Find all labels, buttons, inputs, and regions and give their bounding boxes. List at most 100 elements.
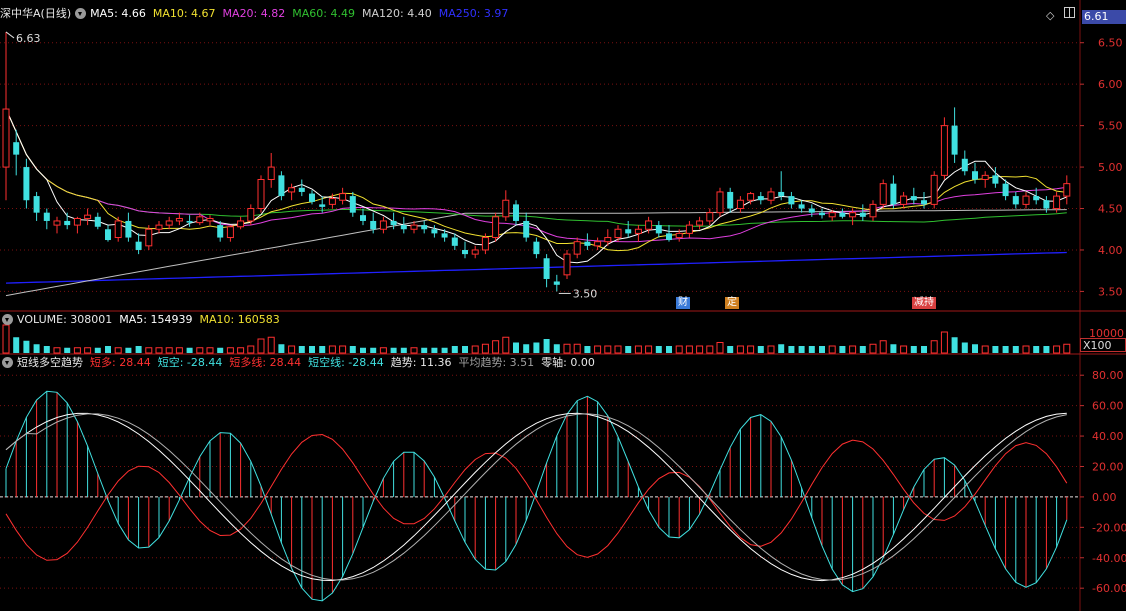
volume-bar bbox=[573, 343, 581, 354]
ma250-value: MA250: 3.97 bbox=[438, 6, 509, 20]
candle-body bbox=[410, 224, 418, 230]
candle-body bbox=[992, 175, 999, 184]
volume-bar bbox=[298, 346, 305, 353]
volume-bar bbox=[930, 340, 938, 354]
volume-bar bbox=[349, 346, 356, 353]
candle-body bbox=[492, 216, 500, 239]
candle-body bbox=[155, 224, 163, 230]
volume-bar bbox=[981, 345, 989, 354]
candle-body bbox=[666, 233, 672, 241]
candle-body bbox=[879, 183, 887, 205]
volume-bar bbox=[788, 346, 795, 353]
volume-bar bbox=[594, 345, 602, 354]
dropdown-icon[interactable] bbox=[2, 313, 13, 325]
candle-body bbox=[573, 241, 581, 255]
indicator-tick-label: 80.00 bbox=[1092, 369, 1124, 382]
zero-axis-value: 零轴: 0.00 bbox=[541, 356, 595, 369]
indicator-tick-label: -40.00 bbox=[1092, 552, 1126, 565]
event-tag-finance[interactable]: 财 bbox=[676, 297, 690, 309]
candle-body bbox=[961, 158, 968, 172]
candle-body bbox=[869, 203, 877, 218]
volume-bar bbox=[890, 344, 897, 353]
panel-toggle-icon[interactable] bbox=[1064, 7, 1075, 21]
candle-body bbox=[634, 228, 642, 234]
candle-body bbox=[757, 196, 764, 201]
volume-bar bbox=[696, 345, 704, 354]
ma10-value: MA10: 4.67 bbox=[152, 6, 216, 20]
event-tag-reduce[interactable]: 减持 bbox=[912, 297, 936, 309]
volume-bar bbox=[33, 344, 40, 353]
indicator-tick-label: -20.00 bbox=[1092, 521, 1126, 534]
candle-body bbox=[370, 220, 377, 230]
candle-body bbox=[421, 225, 428, 230]
candle-body bbox=[951, 125, 958, 155]
candle-body bbox=[175, 217, 183, 222]
volume-value: VOLUME: 308001 bbox=[17, 312, 113, 326]
dropdown-icon[interactable] bbox=[75, 7, 87, 19]
event-tag-fixed[interactable]: 定 bbox=[725, 297, 739, 309]
price-tick-label: 5.50 bbox=[1098, 120, 1123, 133]
short-long-line-value: 短多线: 28.44 bbox=[229, 356, 302, 369]
candle-body bbox=[206, 217, 214, 222]
indicator-panel-header: 短线多空趋势 短多: 28.44 短空: -28.44 短多线: 28.44 短… bbox=[0, 353, 602, 371]
candle-body bbox=[533, 241, 540, 255]
kline-chart: 6.506.005.505.004.504.003.506.633.501000… bbox=[0, 0, 1126, 611]
diamond-icon[interactable]: ◇ bbox=[1046, 9, 1054, 22]
candle-body bbox=[553, 281, 560, 285]
candle-body bbox=[309, 193, 315, 202]
candle-body bbox=[441, 233, 448, 238]
candle-body bbox=[513, 204, 519, 221]
volume-bar bbox=[736, 345, 744, 354]
candle-body bbox=[165, 220, 173, 226]
candle-body bbox=[727, 191, 734, 209]
candle-body bbox=[563, 253, 571, 276]
volume-bar bbox=[747, 345, 755, 354]
candle-body bbox=[13, 142, 20, 155]
volume-bar bbox=[900, 345, 908, 354]
stock-title[interactable]: 深中华A(日线) bbox=[0, 5, 71, 21]
candle-body bbox=[64, 220, 71, 226]
candle-body bbox=[125, 220, 132, 238]
short-short-line-value: 短空线: -28.44 bbox=[308, 356, 384, 369]
candle-body bbox=[94, 216, 101, 227]
candle-body bbox=[523, 220, 530, 238]
dropdown-icon[interactable] bbox=[2, 356, 13, 368]
volume-bar bbox=[553, 344, 560, 353]
candle-body bbox=[451, 237, 458, 246]
candle-body bbox=[462, 249, 468, 255]
volume-bar bbox=[685, 345, 693, 354]
volume-bar bbox=[961, 342, 968, 353]
candle-body bbox=[828, 212, 836, 218]
candle-body bbox=[747, 193, 755, 201]
volume-bar bbox=[778, 344, 785, 353]
candle-body bbox=[736, 199, 744, 210]
volume-bar bbox=[1033, 346, 1040, 353]
candle-body bbox=[257, 179, 265, 210]
volume-bar bbox=[492, 340, 500, 354]
volume-bar bbox=[1043, 346, 1050, 353]
candle-body bbox=[584, 241, 591, 246]
volume-bar bbox=[267, 336, 275, 354]
candle-body bbox=[502, 199, 510, 218]
volume-bar bbox=[288, 345, 296, 354]
price-panel-header: 深中华A(日线) MA5: 4.66 MA10: 4.67 MA20: 4.82… bbox=[0, 4, 515, 22]
volume-bar bbox=[502, 336, 510, 354]
candle-body bbox=[226, 226, 234, 239]
candle-body bbox=[135, 241, 142, 250]
volume-bar bbox=[543, 339, 550, 353]
candle-body bbox=[247, 208, 255, 222]
candle-body bbox=[645, 220, 653, 230]
volume-bar bbox=[869, 343, 877, 354]
candle-body bbox=[716, 191, 724, 214]
volume-bar bbox=[278, 344, 285, 353]
candle-body bbox=[1053, 195, 1061, 210]
candle-body bbox=[706, 212, 714, 222]
vol-ma10-value: MA10: 160583 bbox=[199, 312, 280, 326]
volume-bar bbox=[604, 345, 612, 354]
volume-panel-header: VOLUME: 308001 MA5: 154939 MA10: 160583 bbox=[0, 310, 287, 328]
volume-bar bbox=[105, 346, 111, 353]
price-tick-label: 4.00 bbox=[1098, 244, 1123, 257]
volume-bar bbox=[584, 346, 591, 353]
indicator-name[interactable]: 短线多空趋势 bbox=[17, 354, 83, 370]
candle-body bbox=[2, 108, 10, 168]
